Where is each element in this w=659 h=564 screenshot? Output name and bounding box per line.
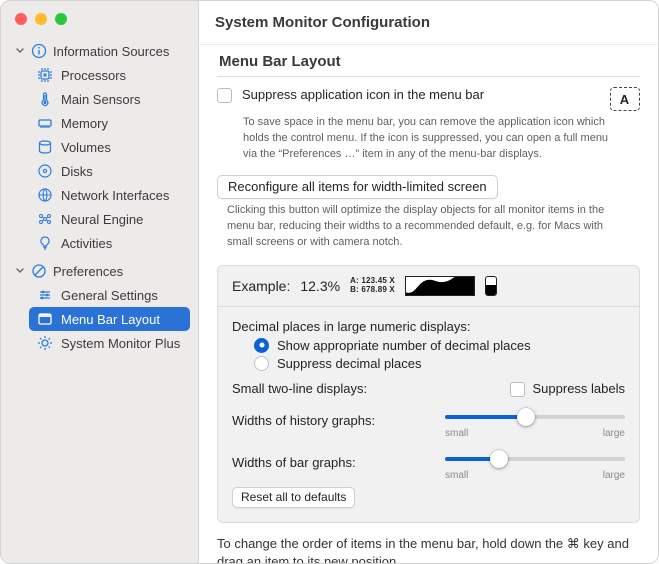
reorder-hint: To change the order of items in the menu…: [217, 535, 640, 563]
sidebar-item[interactable]: Disks: [29, 159, 190, 183]
sidebar-item-label: Processors: [61, 68, 182, 83]
sidebar-item-label: Disks: [61, 164, 182, 179]
sidebar-item-icon: [37, 115, 53, 131]
sidebar-group-header[interactable]: Information Sources: [9, 39, 190, 63]
sidebar-item-label: Neural Engine: [61, 212, 182, 227]
bar-width-slider[interactable]: [445, 449, 625, 469]
sidebar-item-label: Activities: [61, 236, 182, 251]
sidebar-item-label: General Settings: [61, 288, 182, 303]
slider-min-label: small: [445, 470, 468, 481]
suppress-icon-label: Suppress application icon in the menu ba…: [242, 87, 484, 102]
sidebar-item[interactable]: Menu Bar Layout: [29, 307, 190, 331]
group-icon: [31, 263, 47, 279]
sidebar-group-header[interactable]: Preferences: [9, 259, 190, 283]
sidebar-group-label: Information Sources: [53, 44, 184, 59]
section-title: Menu Bar Layout: [217, 51, 640, 76]
twoline-label: Small two-line displays:: [232, 381, 367, 396]
suppress-icon-row: Suppress application icon in the menu ba…: [217, 87, 640, 111]
decimal-places-option-label: Suppress decimal places: [277, 356, 422, 371]
history-width-slider[interactable]: [445, 407, 625, 427]
command-key-glyph: ⌘: [567, 536, 580, 551]
sidebar-item-label: Network Interfaces: [61, 188, 182, 203]
sidebar-item-icon: [37, 287, 53, 303]
decimal-places-option-label: Show appropriate number of decimal place…: [277, 338, 531, 353]
sidebar: Information Sources Processors Main Sensor…: [1, 1, 199, 563]
sidebar-item[interactable]: Memory: [29, 111, 190, 135]
history-width-label: Widths of history graphs:: [232, 413, 375, 428]
window-title: System Monitor Configuration: [199, 1, 658, 45]
sidebar-item-label: System Monitor Plus: [61, 336, 182, 351]
sidebar-item-icon: [37, 187, 53, 203]
reconfigure-button[interactable]: Reconfigure all items for width-limited …: [217, 175, 498, 199]
group-icon: [31, 43, 47, 59]
sidebar-item-icon: [37, 211, 53, 227]
suppress-icon-help: To save space in the menu bar, you can r…: [243, 115, 623, 163]
example-row: Example: 12.3% A: 123.45 X B: 678.89 X: [232, 276, 625, 302]
sidebar-item[interactable]: Activities: [29, 231, 190, 255]
sidebar-item-icon: [37, 91, 53, 107]
slider-min-label: small: [445, 428, 468, 439]
decimal-places-radio[interactable]: [254, 338, 269, 353]
font-selector-button[interactable]: A: [610, 87, 640, 111]
sidebar-item-icon: [37, 335, 53, 351]
example-history-graph: [405, 276, 475, 296]
sidebar-item-icon: [37, 311, 53, 327]
sidebar-item-icon: [37, 235, 53, 251]
suppress-icon-checkbox[interactable]: [217, 88, 232, 103]
suppress-labels-label: Suppress labels: [533, 381, 626, 396]
sidebar-item-icon: [37, 139, 53, 155]
bar-width-label: Widths of bar graphs:: [232, 455, 356, 470]
example-bar-graph: [485, 276, 497, 296]
chevron-down-icon: [15, 46, 25, 56]
source-list: Information Sources Processors Main Sensor…: [1, 39, 198, 359]
sidebar-item-label: Main Sensors: [61, 92, 182, 107]
suppress-labels-checkbox[interactable]: [510, 382, 525, 397]
reset-defaults-button[interactable]: Reset all to defaults: [232, 487, 355, 508]
content-pane: System Monitor Configuration Menu Bar La…: [199, 1, 658, 563]
sidebar-item[interactable]: General Settings: [29, 283, 190, 307]
decimal-places-label: Decimal places in large numeric displays…: [232, 319, 625, 334]
sidebar-item[interactable]: Volumes: [29, 135, 190, 159]
example-label: Example:: [232, 278, 290, 294]
sidebar-item[interactable]: Neural Engine: [29, 207, 190, 231]
example-twoline: A: 123.45 X B: 678.89 X: [350, 277, 395, 294]
zoom-window-button[interactable]: [55, 13, 67, 25]
sidebar-item[interactable]: Main Sensors: [29, 87, 190, 111]
sidebar-item[interactable]: Processors: [29, 63, 190, 87]
sidebar-item-label: Volumes: [61, 140, 182, 155]
sidebar-item-icon: [37, 163, 53, 179]
decimal-places-radio-group: Show appropriate number of decimal place…: [254, 338, 625, 371]
sidebar-group-label: Preferences: [53, 264, 184, 279]
sidebar-item[interactable]: System Monitor Plus: [29, 331, 190, 355]
minimize-window-button[interactable]: [35, 13, 47, 25]
slider-max-label: large: [603, 470, 625, 481]
sidebar-item-label: Menu Bar Layout: [61, 312, 182, 327]
slider-max-label: large: [603, 428, 625, 439]
sidebar-item-label: Memory: [61, 116, 182, 131]
window-controls: [1, 9, 198, 39]
example-group-box: Example: 12.3% A: 123.45 X B: 678.89 X D…: [217, 265, 640, 523]
reconfigure-help: Clicking this button will optimize the d…: [227, 203, 607, 251]
close-window-button[interactable]: [15, 13, 27, 25]
sidebar-item-icon: [37, 67, 53, 83]
chevron-down-icon: [15, 266, 25, 276]
example-percent: 12.3%: [300, 278, 340, 294]
sidebar-item[interactable]: Network Interfaces: [29, 183, 190, 207]
decimal-places-radio[interactable]: [254, 356, 269, 371]
